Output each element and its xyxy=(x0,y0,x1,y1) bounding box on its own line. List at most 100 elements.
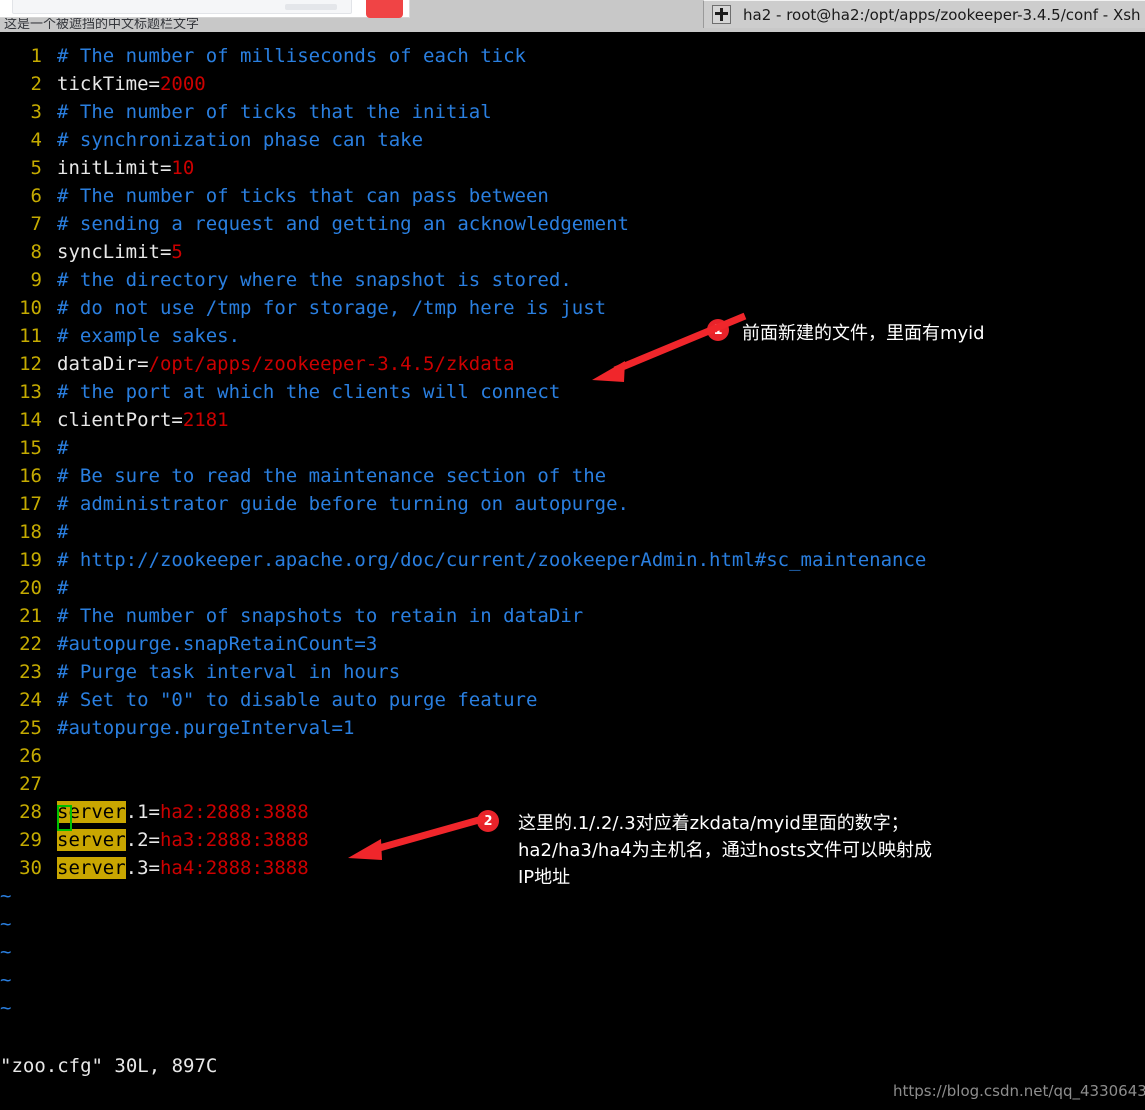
line-number: 29 xyxy=(19,829,42,851)
code-token: # do not use /tmp for storage, /tmp here… xyxy=(57,297,607,319)
code-line: 24 # Set to "0" to disable auto purge fea… xyxy=(0,686,1145,714)
code-token: 2181 xyxy=(182,409,229,431)
code-line: 13 # the port at which the clients will c… xyxy=(0,378,1145,406)
code-token: # Be sure to read the maintenance sectio… xyxy=(57,465,607,487)
terminal-window[interactable]: 1 # The number of milliseconds of each ti… xyxy=(0,32,1145,1100)
watermark-url: https://blog.csdn.net/qq_43306439 xyxy=(893,1082,1145,1100)
code-line: 26 xyxy=(0,742,1145,770)
tilde-icon: ~ xyxy=(0,941,12,963)
tilde-icon: ~ xyxy=(0,885,12,907)
code-token: server xyxy=(57,829,126,851)
window-title: ha2 - root@ha2:/opt/apps/zookeeper-3.4.5… xyxy=(743,5,1141,24)
code-token: # xyxy=(57,577,69,599)
line-number: 1 xyxy=(30,45,42,67)
code-line: 22 #autopurge.snapRetainCount=3 xyxy=(0,630,1145,658)
line-number: 2 xyxy=(30,73,42,95)
code-token: syncLimit= xyxy=(57,241,172,263)
line-number: 13 xyxy=(19,381,42,403)
empty-line-marker: ~ xyxy=(0,910,1145,938)
line-number: 14 xyxy=(19,409,42,431)
code-token: 5 xyxy=(171,241,183,263)
code-line: 7 # sending a request and getting an ackn… xyxy=(0,210,1145,238)
code-line: 19 # http://zookeeper.apache.org/doc/curr… xyxy=(0,546,1145,574)
code-token: # Purge task interval in hours xyxy=(57,661,401,683)
code-token: 2000 xyxy=(159,73,206,95)
code-token: #autopurge.purgeInterval=1 xyxy=(57,717,355,739)
code-token: #autopurge.snapRetainCount=3 xyxy=(57,633,378,655)
overlay-primary-button[interactable] xyxy=(366,0,403,18)
code-token: ha4:2888:3888 xyxy=(159,857,309,879)
line-number: 18 xyxy=(19,521,42,543)
browser-overlay-panel xyxy=(0,0,410,18)
code-token: # The number of ticks that can pass betw… xyxy=(57,185,549,207)
line-number: 12 xyxy=(19,353,42,375)
line-number: 21 xyxy=(19,605,42,627)
code-line: 14 clientPort=2181 xyxy=(0,406,1145,434)
code-line: 21 # The number of snapshots to retain in… xyxy=(0,602,1145,630)
code-token: ha3:2888:3888 xyxy=(159,829,309,851)
vim-cursor xyxy=(57,805,72,831)
empty-line-marker: ~ xyxy=(0,966,1145,994)
code-token: # The number of milliseconds of each tic… xyxy=(57,45,526,67)
empty-line-marker: ~ xyxy=(0,994,1145,1022)
code-line: 17 # administrator guide before turning o… xyxy=(0,490,1145,518)
line-number: 9 xyxy=(30,269,42,291)
code-token: dataDir= xyxy=(57,353,149,375)
code-token: # Set to "0" to disable auto purge featu… xyxy=(57,689,538,711)
line-number: 6 xyxy=(30,185,42,207)
line-number: 15 xyxy=(19,437,42,459)
code-token: # administrator guide before turning on … xyxy=(57,493,629,515)
line-number: 10 xyxy=(19,297,42,319)
line-number: 3 xyxy=(30,101,42,123)
line-number: 28 xyxy=(19,801,42,823)
pin-icon[interactable] xyxy=(712,5,731,24)
code-token: # the port at which the clients will con… xyxy=(57,381,561,403)
empty-line-marker: ~ xyxy=(0,938,1145,966)
code-token: initLimit= xyxy=(57,157,172,179)
tilde-icon: ~ xyxy=(0,913,12,935)
code-line: 27 xyxy=(0,770,1145,798)
line-number: 20 xyxy=(19,577,42,599)
code-line: 6 # The number of ticks that can pass bet… xyxy=(0,182,1145,210)
code-line: 4 # synchronization phase can take xyxy=(0,126,1145,154)
line-number: 5 xyxy=(30,157,42,179)
code-token: # synchronization phase can take xyxy=(57,129,424,151)
code-token: # example sakes. xyxy=(57,325,241,347)
code-line: 5 initLimit=10 xyxy=(0,154,1145,182)
line-number: 27 xyxy=(19,773,42,795)
annotation-text-2: 这里的.1/.2/.3对应着zkdata/myid里面的数字； ha2/ha3/… xyxy=(518,813,933,888)
code-line: 8 syncLimit=5 xyxy=(0,238,1145,266)
code-line: 23 # Purge task interval in hours xyxy=(0,658,1145,686)
code-token: tickTime= xyxy=(57,73,160,95)
tilde-icon: ~ xyxy=(0,969,12,991)
code-line: 15 # xyxy=(0,434,1145,462)
code-line: 1 # The number of milliseconds of each ti… xyxy=(0,42,1145,70)
code-token: # xyxy=(57,437,69,459)
vim-status-line: "zoo.cfg" 30L, 897C xyxy=(0,1055,218,1077)
code-token: 10 xyxy=(171,157,195,179)
code-token: clientPort= xyxy=(57,409,183,431)
code-token: # The number of ticks that the initial xyxy=(57,101,492,123)
code-line: 25 #autopurge.purgeInterval=1 xyxy=(0,714,1145,742)
overlay-placeholder-bar xyxy=(285,4,337,10)
code-token: /opt/apps/zookeeper-3.4.5/zkdata xyxy=(148,353,515,375)
code-token: # The number of snapshots to retain in d… xyxy=(57,605,584,627)
line-number: 26 xyxy=(19,745,42,767)
code-token: ha2:2888:3888 xyxy=(159,801,309,823)
line-number: 17 xyxy=(19,493,42,515)
code-token: # xyxy=(57,521,69,543)
line-number: 4 xyxy=(30,129,42,151)
line-number: 11 xyxy=(19,325,42,347)
annotation-text-1: 前面新建的文件，里面有myid xyxy=(742,323,985,344)
code-token: .1= xyxy=(125,801,160,823)
annotation-badge-1: 1 xyxy=(707,319,729,341)
window-titlebar: ha2 - root@ha2:/opt/apps/zookeeper-3.4.5… xyxy=(703,0,1145,28)
line-number: 23 xyxy=(19,661,42,683)
line-number: 30 xyxy=(19,857,42,879)
code-token: .3= xyxy=(125,857,160,879)
code-token: # http://zookeeper.apache.org/doc/curren… xyxy=(57,549,927,571)
code-line: 10 # do not use /tmp for storage, /tmp he… xyxy=(0,294,1145,322)
line-number: 16 xyxy=(19,465,42,487)
code-token: server xyxy=(57,857,126,879)
code-token: .2= xyxy=(125,829,160,851)
